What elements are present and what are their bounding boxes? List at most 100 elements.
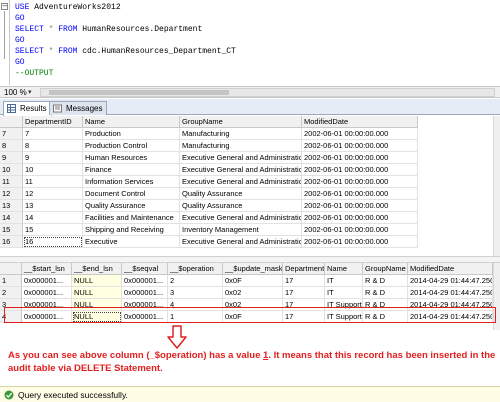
column-header[interactable]: __$seqval [122, 263, 168, 275]
table-cell[interactable]: 17 [283, 275, 325, 287]
row-number[interactable]: 14 [0, 212, 23, 224]
column-header[interactable]: GroupName [180, 116, 302, 128]
tab-results[interactable]: Results [3, 101, 52, 116]
table-cell[interactable]: 2002-06-01 00:00:00.000 [302, 188, 418, 200]
table-cell[interactable]: 3 [168, 287, 223, 299]
table-cell[interactable]: 2014-04-29 01:44:47.250 [408, 275, 493, 287]
table-cell[interactable]: 13 [23, 200, 83, 212]
table-cell[interactable]: Manufacturing [180, 128, 302, 140]
row-number[interactable]: 11 [0, 176, 23, 188]
column-header[interactable]: __$end_lsn [72, 263, 122, 275]
table-row[interactable]: 11 11 Information Services Executive Gen… [0, 176, 500, 188]
table-row[interactable]: 16 16 Executive Executive General and Ad… [0, 236, 500, 248]
department-results-grid[interactable]: DepartmentID Name GroupName ModifiedDate… [0, 116, 500, 256]
table-cell[interactable]: 14 [23, 212, 83, 224]
row-number[interactable]: 13 [0, 200, 23, 212]
table-cell[interactable]: Human Resources [83, 152, 180, 164]
table-cell[interactable]: Executive General and Administration [180, 212, 302, 224]
vertical-scrollbar[interactable] [493, 116, 500, 256]
row-number[interactable]: 7 [0, 128, 23, 140]
column-header[interactable] [0, 263, 22, 275]
code-area[interactable]: USE AdventureWorks2012 GO SELECT * FROM … [15, 2, 495, 79]
table-cell[interactable]: 2002-06-01 00:00:00.000 [302, 176, 418, 188]
table-cell[interactable]: 2002-06-01 00:00:00.000 [302, 212, 418, 224]
table-cell[interactable]: R & D [363, 287, 408, 299]
table-cell[interactable]: 2002-06-01 00:00:00.000 [302, 128, 418, 140]
table-row[interactable]: 15 15 Shipping and Receiving Inventory M… [0, 224, 500, 236]
table-cell[interactable]: Production [83, 128, 180, 140]
table-row[interactable]: 10 10 Finance Executive General and Admi… [0, 164, 500, 176]
table-cell[interactable]: Information Services [83, 176, 180, 188]
table-cell[interactable]: 2002-06-01 00:00:00.000 [302, 140, 418, 152]
column-header[interactable]: Name [83, 116, 180, 128]
column-header[interactable]: DepartmentID [283, 263, 325, 275]
table-cell[interactable]: 12 [23, 188, 83, 200]
table-cell[interactable]: 0x000001... [122, 287, 168, 299]
table-cell[interactable]: IT [325, 287, 363, 299]
table-cell[interactable]: Executive General and Administration [180, 152, 302, 164]
zoom-dropdown[interactable]: 100 % [4, 88, 27, 98]
table-cell[interactable]: Finance [83, 164, 180, 176]
row-number[interactable]: 9 [0, 152, 23, 164]
table-cell[interactable]: Quality Assurance [180, 188, 302, 200]
table-cell[interactable]: Quality Assurance [83, 200, 180, 212]
table-cell[interactable]: 2002-06-01 00:00:00.000 [302, 164, 418, 176]
tab-messages[interactable]: Messages [49, 101, 108, 115]
row-number[interactable]: 15 [0, 224, 23, 236]
row-number[interactable]: 1 [0, 275, 22, 287]
table-cell[interactable]: 7 [23, 128, 83, 140]
table-row[interactable]: 12 12 Document Control Quality Assurance… [0, 188, 500, 200]
column-header[interactable]: Name [325, 263, 363, 275]
query-editor[interactable]: − USE AdventureWorks2012 GO SELECT * FRO… [0, 0, 500, 85]
table-cell[interactable]: Inventory Management [180, 224, 302, 236]
column-header[interactable]: ModifiedDate [408, 263, 493, 275]
table-cell[interactable]: Quality Assurance [180, 200, 302, 212]
table-row[interactable]: 13 13 Quality Assurance Quality Assuranc… [0, 200, 500, 212]
table-cell[interactable]: 2002-06-01 00:00:00.000 [302, 236, 418, 248]
row-number[interactable]: 16 [0, 236, 23, 248]
table-cell[interactable]: 2014-04-29 01:44:47.250 [408, 287, 493, 299]
chevron-down-icon[interactable]: ▾ [28, 88, 32, 98]
table-cell[interactable]: 9 [23, 152, 83, 164]
null-cell[interactable]: NULL [72, 275, 122, 287]
table-row[interactable]: 8 8 Production Control Manufacturing 200… [0, 140, 500, 152]
table-cell[interactable]: 2002-06-01 00:00:00.000 [302, 200, 418, 212]
table-cell[interactable]: Executive General and Administration [180, 164, 302, 176]
table-cell[interactable]: R & D [363, 275, 408, 287]
table-cell[interactable]: 11 [23, 176, 83, 188]
table-cell[interactable]: 2002-06-01 00:00:00.000 [302, 224, 418, 236]
collapse-icon[interactable]: − [1, 3, 8, 10]
table-cell[interactable]: Facilities and Maintenance [83, 212, 180, 224]
grid-splitter[interactable] [0, 256, 500, 263]
table-cell[interactable]: Executive General and Administration [180, 176, 302, 188]
selected-cell[interactable]: 16 [23, 236, 83, 248]
table-cell[interactable]: 10 [23, 164, 83, 176]
table-cell[interactable]: 0x000001... [22, 275, 72, 287]
table-cell[interactable]: Executive [83, 236, 180, 248]
row-number[interactable]: 8 [0, 140, 23, 152]
table-cell[interactable]: 2002-06-01 00:00:00.000 [302, 152, 418, 164]
column-header[interactable]: __$start_lsn [22, 263, 72, 275]
column-header[interactable]: __$update_mask [223, 263, 283, 275]
table-cell[interactable]: 0x000001... [122, 275, 168, 287]
row-number[interactable]: 12 [0, 188, 23, 200]
scrollbar-thumb[interactable] [49, 90, 229, 95]
table-cell[interactable]: 2 [168, 275, 223, 287]
table-cell[interactable]: Manufacturing [180, 140, 302, 152]
column-header[interactable]: DepartmentID [23, 116, 83, 128]
column-header[interactable] [0, 116, 23, 128]
table-cell[interactable]: 8 [23, 140, 83, 152]
column-header[interactable]: ModifiedDate [302, 116, 418, 128]
table-cell[interactable]: 15 [23, 224, 83, 236]
row-number[interactable]: 10 [0, 164, 23, 176]
table-cell[interactable]: Production Control [83, 140, 180, 152]
column-header[interactable]: GroupName [363, 263, 408, 275]
table-cell[interactable]: Executive General and Administration [180, 236, 302, 248]
table-row[interactable]: 9 9 Human Resources Executive General an… [0, 152, 500, 164]
table-row[interactable]: 1 0x000001... NULL 0x000001... 2 0x0F 17… [0, 275, 500, 287]
horizontal-scrollbar[interactable] [40, 88, 495, 97]
table-cell[interactable]: 0x000001... [22, 287, 72, 299]
table-cell[interactable]: 0x02 [223, 287, 283, 299]
null-cell[interactable]: NULL [72, 287, 122, 299]
table-cell[interactable]: 0x0F [223, 275, 283, 287]
